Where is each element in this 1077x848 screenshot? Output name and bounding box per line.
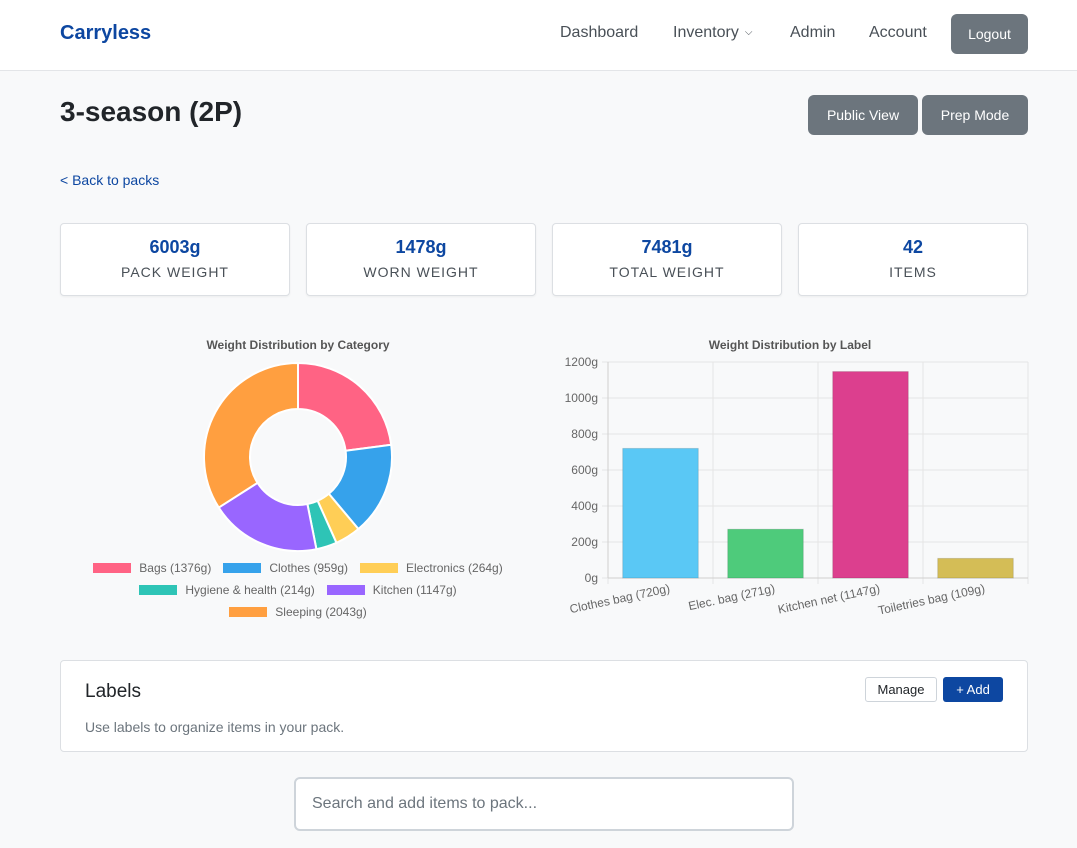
manage-labels-button[interactable]: Manage (865, 677, 937, 702)
nav-inventory-dropdown[interactable]: Inventory ⌵ (673, 24, 752, 42)
chevron-down-icon: ⌵ (744, 27, 753, 38)
navbar: Carryless Dashboard Inventory ⌵ Admin Acc… (0, 0, 1077, 71)
legend-item[interactable]: Sleeping (2043g) (229, 605, 367, 619)
search-items-input[interactable] (294, 777, 794, 831)
legend-swatch (223, 563, 262, 573)
x-tick-label: Toiletries bag (109g) (877, 581, 986, 617)
nav-inventory-label: Inventory (673, 24, 739, 41)
bar[interactable] (832, 371, 909, 579)
x-tick-label: Elec. bag (271g) (687, 581, 776, 613)
legend-label: Clothes (959g) (269, 561, 349, 575)
brand-logo[interactable]: Carryless (60, 22, 151, 45)
legend-item[interactable]: Hygiene & health (214g) (139, 583, 315, 597)
legend-swatch (360, 563, 399, 573)
stat-value: 7481g (641, 237, 693, 257)
legend-label: Bags (1376g) (139, 561, 212, 575)
add-label-button[interactable]: + Add (943, 677, 1003, 702)
legend-label: Electronics (264g) (406, 561, 503, 575)
stat-value: 6003g (149, 237, 201, 257)
legend-swatch (229, 607, 268, 617)
x-tick-label: Kitchen net (1147g) (777, 581, 882, 616)
legend-label: Sleeping (2043g) (275, 605, 367, 619)
legend-swatch (139, 585, 178, 595)
nav-dashboard-link[interactable]: Dashboard (560, 24, 638, 42)
donut-slice[interactable] (297, 361, 393, 452)
bar[interactable] (937, 557, 1014, 579)
prep-mode-button[interactable]: Prep Mode (922, 95, 1028, 135)
legend-item[interactable]: Electronics (264g) (360, 561, 503, 575)
stat-label: ITEMS (889, 264, 937, 280)
stat-card-pack-weight: 6003g PACK WEIGHT (60, 223, 290, 296)
nav-admin-link[interactable]: Admin (790, 24, 835, 42)
stat-value: 1478g (395, 237, 447, 257)
y-tick-label: 800g (571, 427, 598, 441)
y-tick-label: 1200g (565, 355, 598, 369)
labels-title: Labels (85, 681, 141, 702)
y-tick-label: 200g (571, 535, 598, 549)
x-tick-label: Clothes bag (720g) (568, 581, 671, 616)
page-title: 3-season (2P) (60, 96, 243, 127)
y-tick-label: 1000g (565, 391, 598, 405)
y-tick-label: 0g (585, 571, 598, 585)
legend-item[interactable]: Clothes (959g) (223, 561, 348, 575)
legend-label: Kitchen (1147g) (372, 583, 457, 597)
y-tick-label: 400g (571, 499, 598, 513)
stat-value: 42 (902, 237, 924, 257)
legend-swatch (93, 563, 132, 573)
bar[interactable] (622, 447, 699, 579)
y-tick-label: 600g (571, 463, 598, 477)
stat-card-worn-weight: 1478g WORN WEIGHT (306, 223, 536, 296)
donut-slice[interactable] (203, 361, 299, 509)
bar[interactable] (727, 528, 804, 579)
label-bar-chart: 0g 200g 400g 600g 800g 1000g 1200g Clothes bag … (565, 355, 1029, 618)
stat-label: PACK WEIGHT (121, 264, 229, 280)
nav-account-link[interactable]: Account (869, 24, 927, 42)
legend-item[interactable]: Kitchen (1147g) (326, 583, 457, 597)
public-view-button[interactable]: Public View (808, 95, 918, 135)
donut-chart-title: Weight Distribution by Category (206, 338, 390, 352)
legend-swatch (326, 585, 365, 595)
labels-description: Use labels to organize items in your pac… (85, 719, 345, 735)
logout-button[interactable]: Logout (951, 14, 1028, 54)
category-donut-chart (203, 361, 393, 552)
legend-item[interactable]: Bags (1376g) (93, 561, 211, 575)
bar-chart-title: Weight Distribution by Label (708, 338, 872, 352)
stat-card-total-weight: 7481g TOTAL WEIGHT (552, 223, 782, 296)
stat-label: TOTAL WEIGHT (609, 264, 725, 280)
stat-card-items: 42 ITEMS (798, 223, 1028, 296)
back-to-packs-link[interactable]: < Back to packs (60, 172, 159, 188)
labels-card: Labels Use labels to organize items in y… (60, 660, 1028, 752)
stat-label: WORN WEIGHT (363, 264, 479, 280)
legend-label: Hygiene & health (214g) (185, 583, 315, 597)
